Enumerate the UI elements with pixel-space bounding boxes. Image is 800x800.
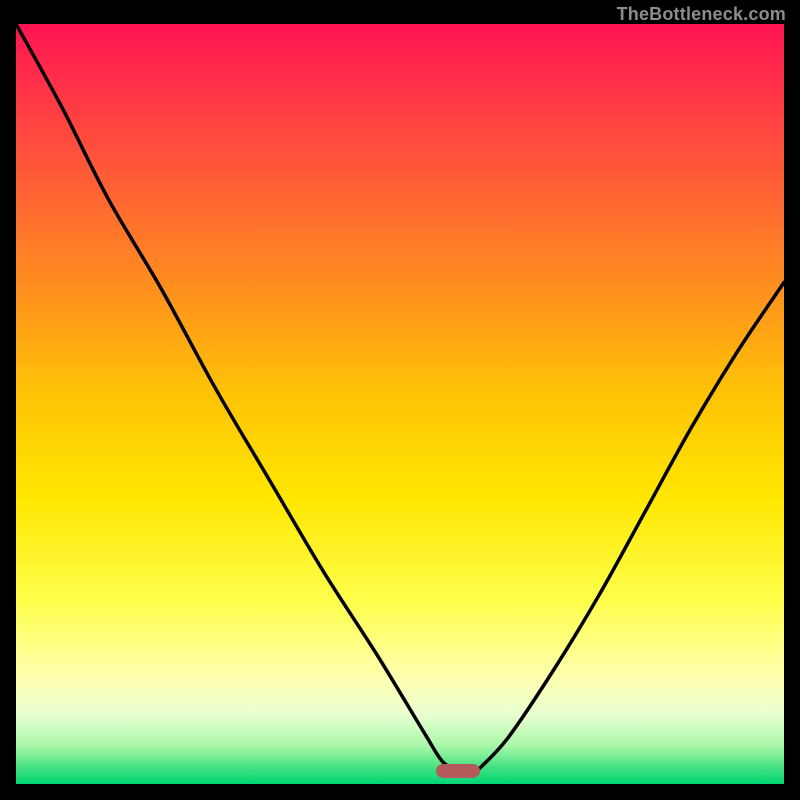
curve-left-branch xyxy=(16,24,458,771)
plot-area xyxy=(16,24,784,784)
chart-frame: TheBottleneck.com xyxy=(0,0,800,800)
watermark-text: TheBottleneck.com xyxy=(617,4,786,25)
optimal-point-marker xyxy=(436,764,480,778)
curve-right-branch xyxy=(477,282,784,771)
bottleneck-curve xyxy=(16,24,784,784)
